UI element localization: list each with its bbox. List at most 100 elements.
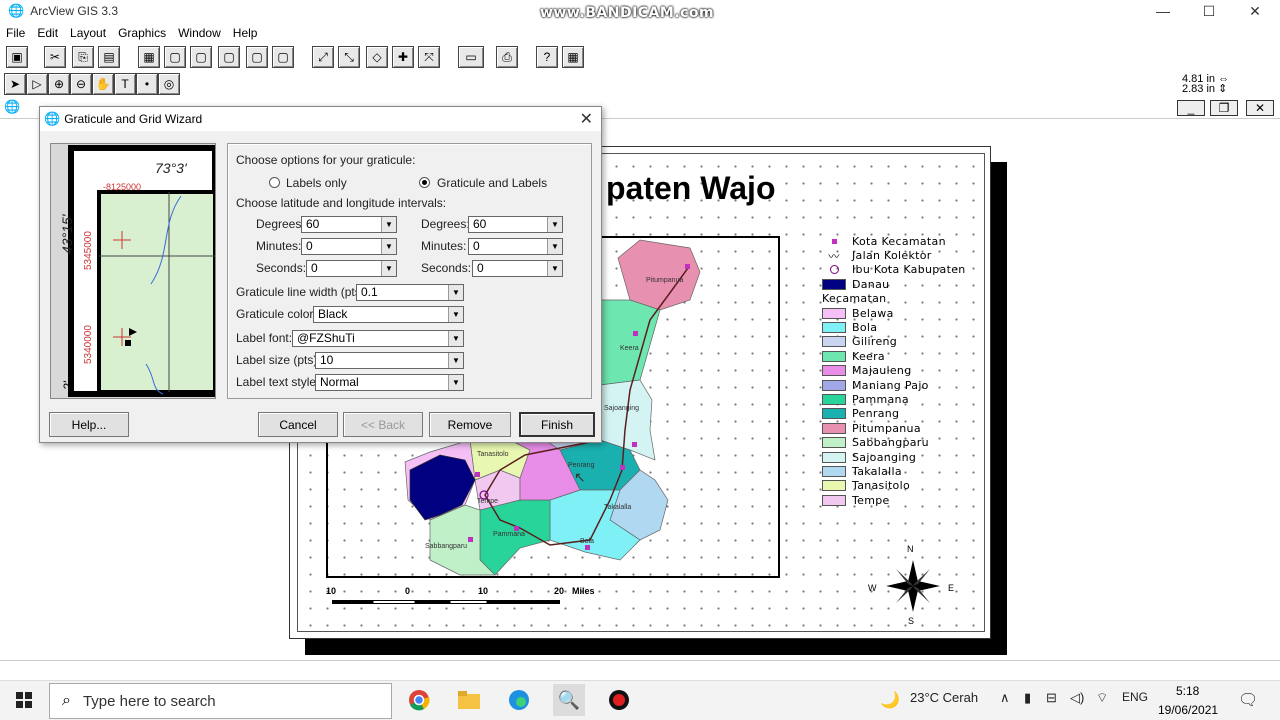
dropdown-arrow-icon[interactable]: ▼	[381, 261, 396, 276]
scale-tick: 10	[326, 586, 337, 596]
dropdown-arrow-icon[interactable]: ▼	[448, 375, 463, 390]
size-select[interactable]: 10 ▼	[315, 352, 464, 369]
scale-unit: Miles	[572, 586, 595, 596]
notification-icon[interactable]: 🗨	[1238, 690, 1258, 710]
legend-label: Jalan Kolektor	[852, 249, 932, 263]
legend-row: Tanasitolo	[822, 479, 966, 493]
legend-label: Ibu Kota Kabupaten	[852, 263, 966, 277]
line-width-select[interactable]: 0.1 ▼	[356, 284, 464, 301]
preview-lat2: 2'	[61, 381, 75, 390]
compass-e: E	[948, 583, 955, 593]
back-button[interactable]: << Back	[343, 412, 423, 437]
chrome-icon[interactable]	[403, 684, 435, 716]
district-pitumpanua	[617, 239, 701, 311]
lon-seconds-value: 0	[477, 261, 484, 275]
dropdown-arrow-icon[interactable]: ▼	[547, 239, 562, 254]
lon-seconds-select[interactable]: 0 ▼	[472, 260, 563, 277]
graticule-preview: 73°3' -8125000 43°15' 5345000 5340000 2'	[50, 143, 218, 399]
help-button[interactable]: Help...	[49, 412, 129, 437]
lat-seconds-label: Seconds:	[256, 261, 307, 275]
preview-lat: 43°15'	[59, 214, 75, 254]
legend-row: Pammana	[822, 392, 966, 406]
edge-icon[interactable]	[503, 684, 535, 716]
input-language[interactable]: ENG	[1122, 690, 1148, 704]
file-explorer-icon[interactable]	[453, 684, 485, 716]
compass-w: W	[868, 583, 877, 593]
legend-swatch	[822, 494, 846, 506]
legend-swatch	[822, 379, 846, 391]
dropdown-arrow-icon[interactable]: ▼	[381, 217, 396, 232]
district-keera	[599, 299, 661, 386]
clock-time[interactable]: 5:18	[1176, 684, 1199, 698]
arcview-task-icon[interactable]: 🔍	[553, 684, 585, 716]
legend-label: Sajoanging	[852, 450, 917, 464]
legend-swatch	[822, 393, 846, 405]
dropdown-arrow-icon[interactable]: ▼	[448, 353, 463, 368]
lat-degrees-select[interactable]: 60 ▼	[301, 216, 397, 233]
legend-swatch	[822, 336, 846, 348]
dialog-close-icon[interactable]: ✕	[580, 109, 593, 129]
lon-minutes-select[interactable]: 0 ▼	[468, 238, 563, 255]
clock-date[interactable]: 19/06/2021	[1158, 703, 1218, 717]
lon-degrees-label: Degrees:	[421, 217, 470, 231]
radio-labels-only-label[interactable]: Labels only	[286, 176, 347, 190]
legend-row: Takalalla	[822, 464, 966, 478]
windows-start-icon[interactable]	[8, 684, 40, 716]
label-keera: Keera	[620, 345, 639, 352]
legend-label: Belawa	[852, 306, 894, 320]
legend-swatch	[822, 322, 846, 334]
lon-minutes-label: Minutes:	[421, 239, 467, 253]
legend-label: Maniang Pajo	[852, 378, 929, 392]
radio-graticule-labels[interactable]	[419, 177, 430, 188]
style-select[interactable]: Normal ▼	[315, 374, 464, 391]
color-value: Black	[318, 307, 348, 321]
remove-button[interactable]: Remove	[429, 412, 511, 437]
dropdown-arrow-icon[interactable]: ▼	[547, 261, 562, 276]
cancel-button[interactable]: Cancel	[258, 412, 338, 437]
network-icon[interactable]: ⊟	[1046, 690, 1057, 706]
weather-icon[interactable]: 🌙	[880, 690, 900, 710]
weather-text[interactable]: 23°C Cerah	[910, 690, 978, 705]
legend-label: Sabbangparu	[852, 436, 929, 450]
lat-seconds-select[interactable]: 0 ▼	[306, 260, 397, 277]
label-sabbangparu: Sabbangparu	[425, 543, 467, 550]
dropdown-arrow-icon[interactable]: ▼	[547, 217, 562, 232]
legend-label: Tanasitolo	[852, 479, 910, 493]
line-symbol-icon: 〰	[828, 249, 840, 263]
legend-label: Keera	[852, 349, 885, 363]
bandicam-icon[interactable]	[603, 684, 635, 716]
legend-row: Belawa	[822, 306, 966, 320]
dropdown-arrow-icon[interactable]: ▼	[381, 239, 396, 254]
color-label: Graticule color:	[236, 307, 317, 321]
label-tempe: Tempe	[477, 498, 498, 505]
compass-s: S	[908, 616, 915, 626]
north-arrow[interactable]: N S E W	[866, 544, 956, 629]
tray-chevron-icon[interactable]: ∧	[1000, 690, 1010, 706]
volume-icon[interactable]: ◁)	[1070, 690, 1084, 706]
legend-swatch	[822, 422, 846, 434]
dropdown-arrow-icon[interactable]: ▼	[448, 285, 463, 300]
size-value: 10	[320, 353, 334, 367]
lon-degrees-select[interactable]: 60 ▼	[468, 216, 563, 233]
radio-labels-only[interactable]	[269, 177, 280, 188]
lat-degrees-value: 60	[306, 217, 320, 231]
font-select[interactable]: @FZShuTi ▼	[292, 330, 464, 347]
radio-graticule-labels-label[interactable]: Graticule and Labels	[437, 176, 547, 190]
dropdown-arrow-icon[interactable]: ▼	[448, 307, 463, 322]
lat-minutes-select[interactable]: 0 ▼	[301, 238, 397, 255]
size-label: Label size (pts):	[236, 353, 321, 367]
dropdown-arrow-icon[interactable]: ▼	[448, 331, 463, 346]
map-legend[interactable]: Kota Kecamatan 〰 Jalan Kolektor Ibu Kota…	[822, 234, 966, 507]
label-penrang: Penrang	[568, 462, 595, 469]
legend-label: Gilireng	[852, 335, 898, 349]
wifi-icon[interactable]: ⌔	[1096, 690, 1108, 706]
legend-label: Kota Kecamatan	[852, 234, 946, 248]
battery-icon[interactable]: ▮	[1024, 690, 1031, 706]
taskbar-search[interactable]: ⌕ Type here to search	[49, 683, 392, 719]
finish-button[interactable]: Finish	[519, 412, 595, 437]
color-select[interactable]: Black ▼	[313, 306, 464, 323]
line-width-value: 0.1	[361, 285, 378, 299]
label-bola: Bola	[580, 538, 594, 545]
legend-swatch	[822, 451, 846, 463]
status-separator	[0, 660, 1280, 661]
